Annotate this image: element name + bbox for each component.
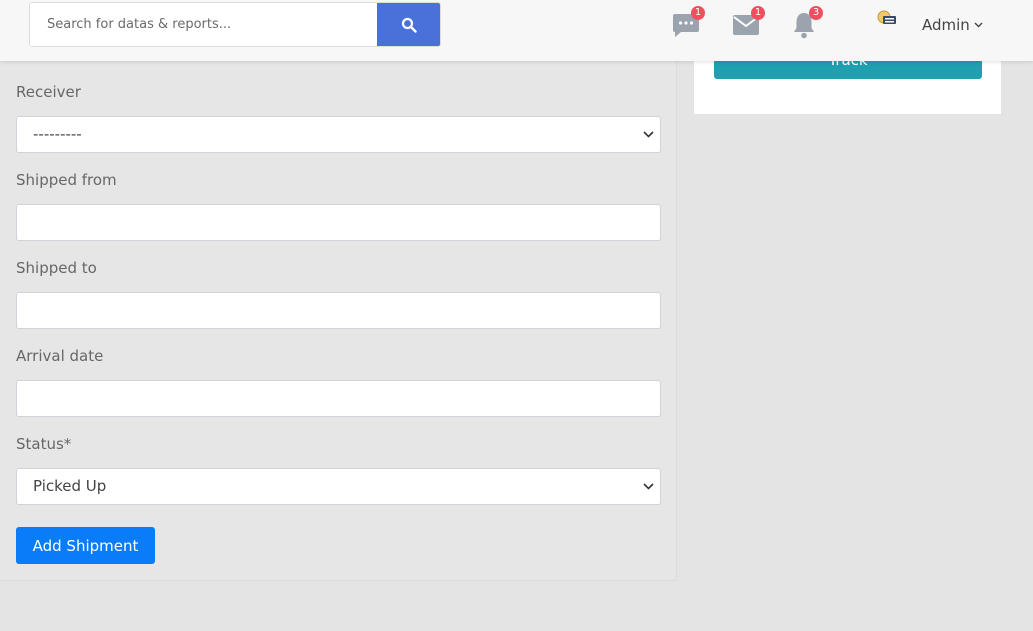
search-icon (401, 17, 417, 33)
status-group: Status* Picked Up (16, 434, 661, 505)
chevron-down-icon (642, 469, 654, 504)
status-label: Status* (16, 435, 72, 453)
receiver-select-value: --------- (33, 125, 82, 143)
shipped-from-input[interactable] (16, 204, 661, 241)
search-input[interactable] (30, 3, 376, 46)
add-shipment-button[interactable]: Add Shipment (16, 527, 155, 564)
arrival-date-group: Arrival date (16, 346, 661, 417)
add-shipment-form: Receiver --------- Shipped from Shipped … (0, 0, 677, 581)
receiver-select[interactable]: --------- (16, 116, 661, 153)
chevron-down-icon (642, 117, 654, 152)
language-flag-icon[interactable] (876, 9, 898, 27)
notifications-button[interactable]: 3 (789, 6, 823, 40)
mail-badge: 1 (751, 6, 765, 20)
user-menu[interactable]: Admin (922, 15, 983, 35)
shipped-from-label: Shipped from (16, 171, 117, 189)
shipped-to-group: Shipped to (16, 258, 661, 329)
chevron-down-icon (974, 22, 983, 28)
shipped-from-group: Shipped from (16, 170, 661, 241)
messages-badge: 1 (691, 6, 705, 20)
status-select-value: Picked Up (33, 477, 107, 495)
mail-button[interactable]: 1 (731, 6, 765, 40)
status-select[interactable]: Picked Up (16, 468, 661, 505)
messages-button[interactable]: 1 (671, 6, 705, 40)
receiver-group: Receiver --------- (16, 82, 661, 153)
receiver-label: Receiver (16, 83, 81, 101)
top-navbar: 1 1 3 Admin (0, 0, 1033, 61)
search-bar (29, 2, 441, 47)
arrival-date-label: Arrival date (16, 347, 104, 365)
arrival-date-input[interactable] (16, 380, 661, 417)
search-button[interactable] (377, 3, 440, 46)
notifications-badge: 3 (809, 6, 823, 20)
shipped-to-label: Shipped to (16, 259, 97, 277)
shipped-to-input[interactable] (16, 292, 661, 329)
user-name: Admin (922, 16, 970, 34)
